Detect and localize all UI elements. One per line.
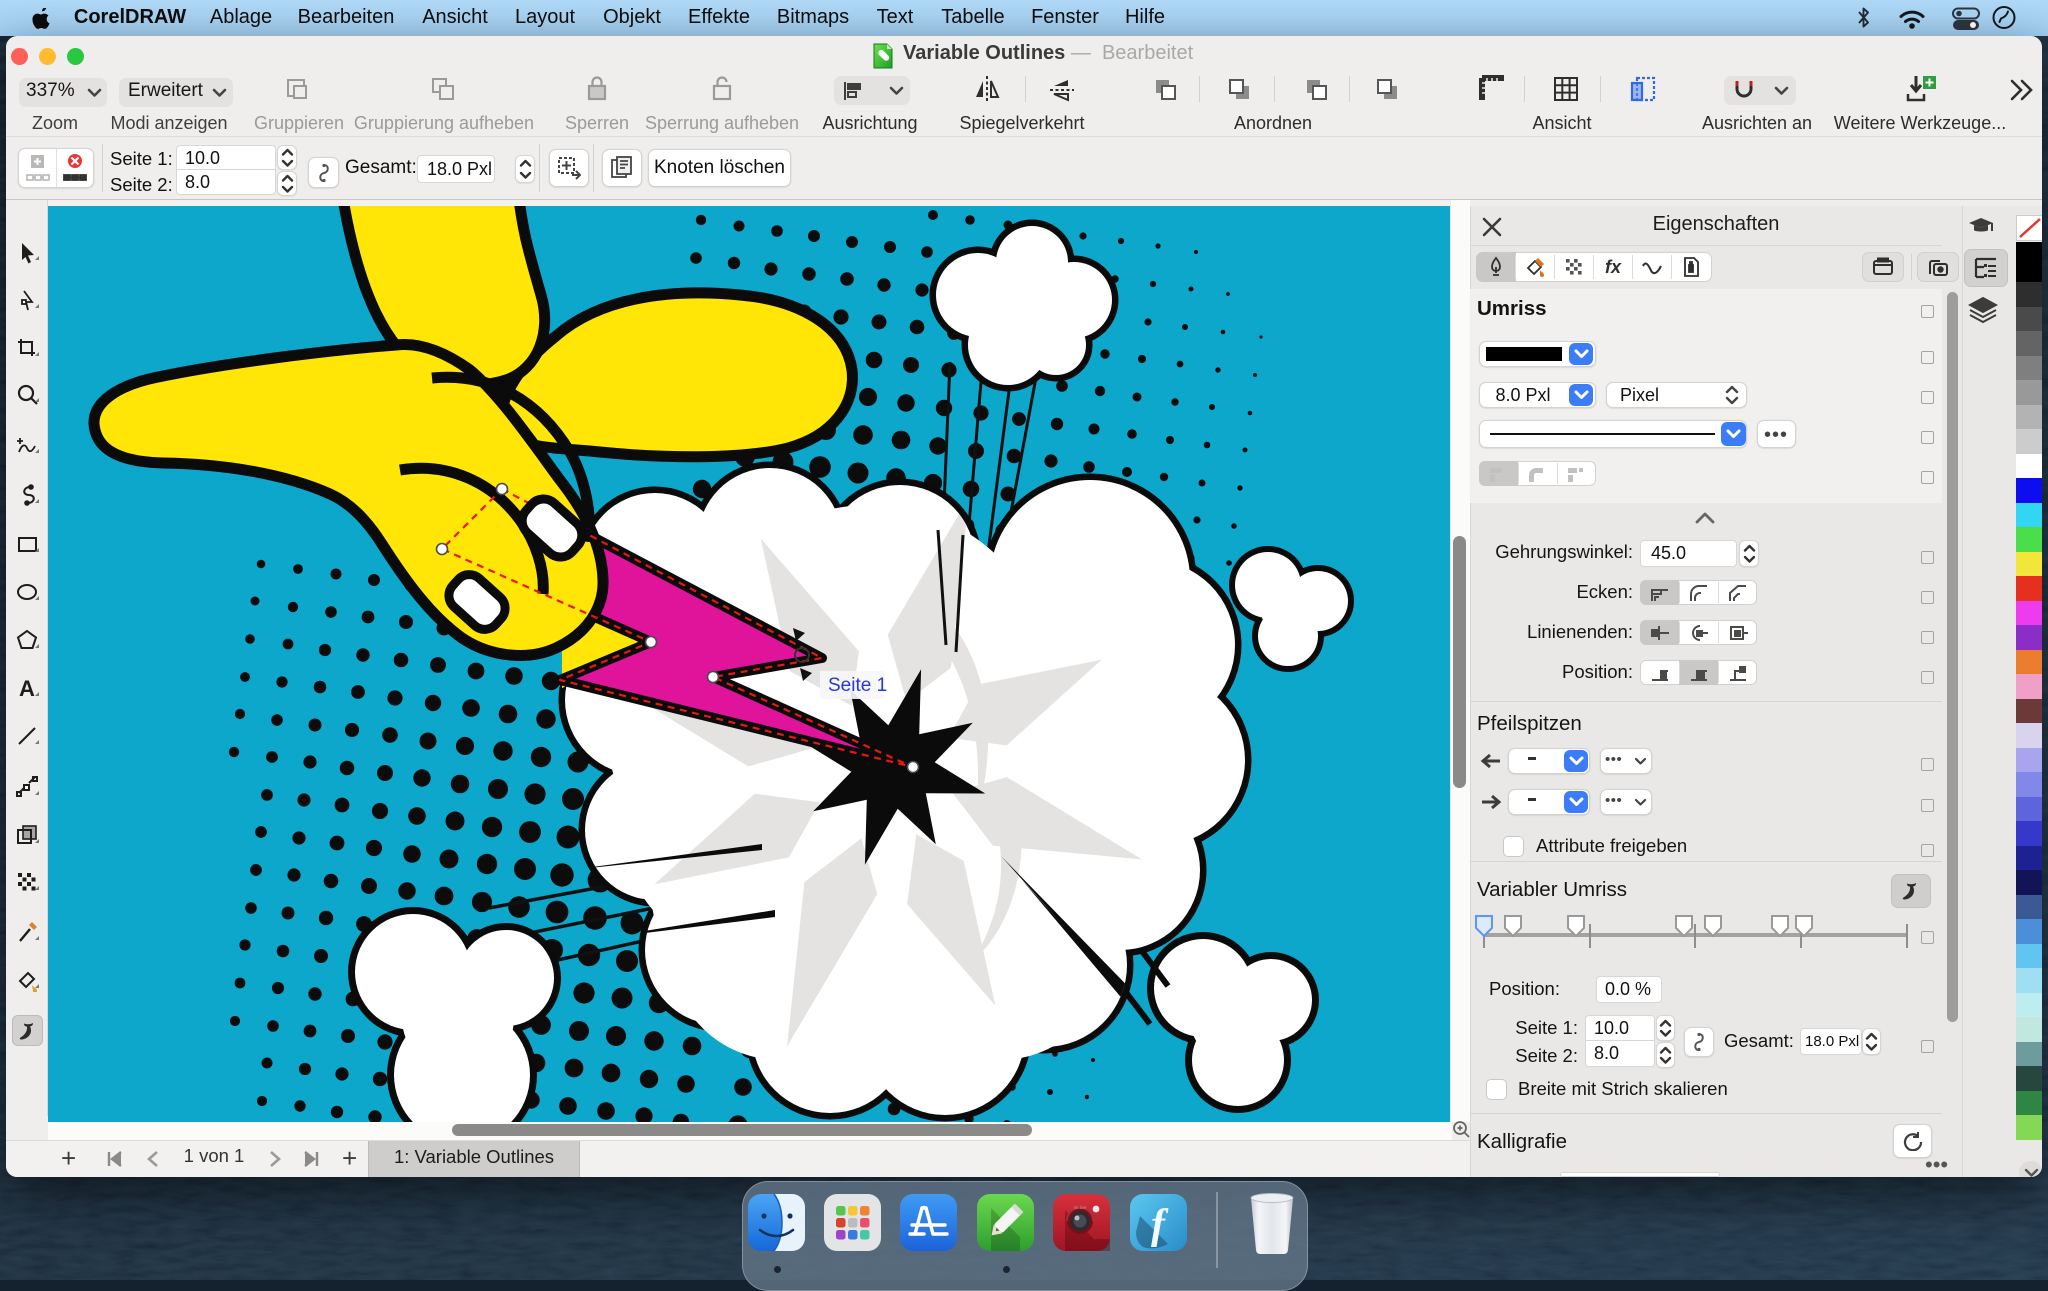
svg-text:Seite 1: Seite 1 <box>828 675 887 696</box>
svg-text:fx: fx <box>1605 257 1622 277</box>
svg-text:A: A <box>19 677 35 700</box>
svg-text:im live: im live <box>1074 1205 1087 1210</box>
